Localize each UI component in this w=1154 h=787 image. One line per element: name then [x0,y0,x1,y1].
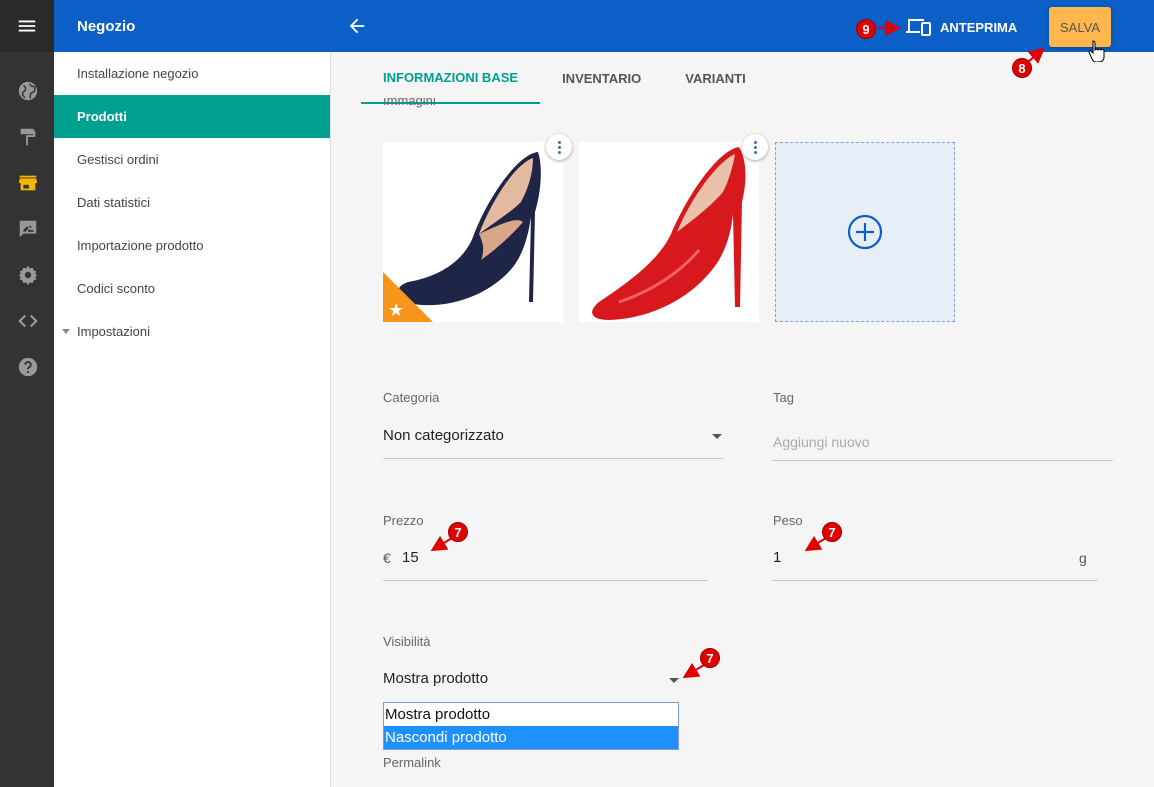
dropdown-arrow-icon[interactable] [669,678,679,683]
sidebar-item-discount-codes[interactable]: Codici sconto [54,267,330,310]
annotation-badge: 8 [1012,58,1032,78]
menu-button[interactable] [0,0,54,52]
sidebar-item-label: Gestisci ordini [77,152,159,167]
image-1-menu-button[interactable] [546,134,572,160]
menu-icon [18,20,36,32]
sidebar-item-statistics[interactable]: Dati statistici [54,181,330,224]
permalink-label: Permalink [383,755,441,770]
price-underline [383,580,708,581]
category-underline [383,458,723,459]
sidebar: Installazione negozio Prodotti Gestisci … [54,52,331,787]
paint-roller-icon[interactable] [17,126,39,148]
gear-icon[interactable] [17,264,39,286]
category-select[interactable]: Non categorizzato [383,427,504,444]
weight-unit: g [1079,550,1087,566]
tab-variants[interactable]: VARIANTI [663,52,767,104]
plus-circle-icon [847,214,883,250]
sidebar-item-product-import[interactable]: Importazione prodotto [54,224,330,267]
hand-cursor-icon [1088,40,1105,62]
sidebar-item-label: Codici sconto [77,281,156,296]
sidebar-item-label: Importazione prodotto [77,238,204,253]
tab-basic-info[interactable]: INFORMAZIONI BASE [361,52,541,104]
kebab-icon [753,140,757,144]
sidebar-item-label: Installazione negozio [77,66,199,81]
app-title: Negozio [77,18,136,35]
add-image-button[interactable] [775,142,955,322]
dropdown-arrow-icon[interactable] [712,434,722,439]
product-editor: INFORMAZIONI BASE INVENTARIO VARIANTI Im… [331,52,1154,787]
globe-icon[interactable] [17,80,39,102]
sidebar-item-orders[interactable]: Gestisci ordini [54,138,330,181]
price-label: Prezzo [383,513,424,528]
images-label: Immagini [383,98,436,108]
sidebar-item-label: Impostazioni [77,324,150,339]
tab-inventory[interactable]: INVENTARIO [540,52,663,104]
arrow-left-icon [349,18,365,34]
price-input[interactable]: 15 [402,549,419,566]
caret-down-icon [62,329,70,334]
sidebar-item-label: Dati statistici [77,195,150,210]
tag-underline [773,460,1113,461]
sidebar-item-label: Prodotti [77,109,127,124]
star-icon: ★ [388,300,405,320]
annotation-badge: 7 [700,648,720,668]
kebab-icon [557,140,561,144]
sidebar-item-products[interactable]: Prodotti [54,95,330,138]
sidebar-item-store-setup[interactable]: Installazione negozio [54,52,330,95]
visibility-label: Visibilità [383,634,431,649]
product-image-1[interactable]: ★ [383,142,563,322]
option-show-product[interactable]: Mostra prodotto [384,703,678,726]
annotation-badge: 7 [822,522,842,542]
image-2-menu-button[interactable] [742,134,768,160]
sidebar-item-settings[interactable]: Impostazioni [54,310,330,353]
tab-bar: INFORMAZIONI BASE INVENTARIO VARIANTI [361,52,768,104]
help-icon[interactable] [17,356,39,378]
weight-underline [773,580,1098,581]
feedback-icon[interactable] [17,218,39,240]
code-icon[interactable] [17,310,39,332]
category-label: Categoria [383,390,440,405]
weight-input[interactable]: 1 [773,549,781,566]
red-heel-image [592,147,746,320]
tag-input[interactable]: Aggiungi nuovo [773,434,870,450]
preview-label: ANTEPRIMA [940,19,1018,35]
visibility-options-list: Mostra prodotto Nascondi prodotto [383,702,679,750]
top-bar: Negozio ANTEPRIMA SALVA [54,0,1154,52]
currency-symbol: € [383,550,391,566]
annotation-badge: 9 [856,19,876,39]
weight-label: Peso [773,513,803,528]
option-hide-product[interactable]: Nascondi prodotto [384,726,678,749]
product-image-2[interactable] [579,142,759,322]
visibility-select[interactable]: Mostra prodotto [383,670,488,687]
back-button[interactable] [346,15,368,37]
devices-icon [906,19,931,36]
tag-label: Tag [773,390,794,405]
annotation-badge: 7 [448,522,468,542]
preview-button[interactable]: ANTEPRIMA [905,16,1017,38]
left-rail [0,0,54,787]
store-icon[interactable] [17,172,39,194]
